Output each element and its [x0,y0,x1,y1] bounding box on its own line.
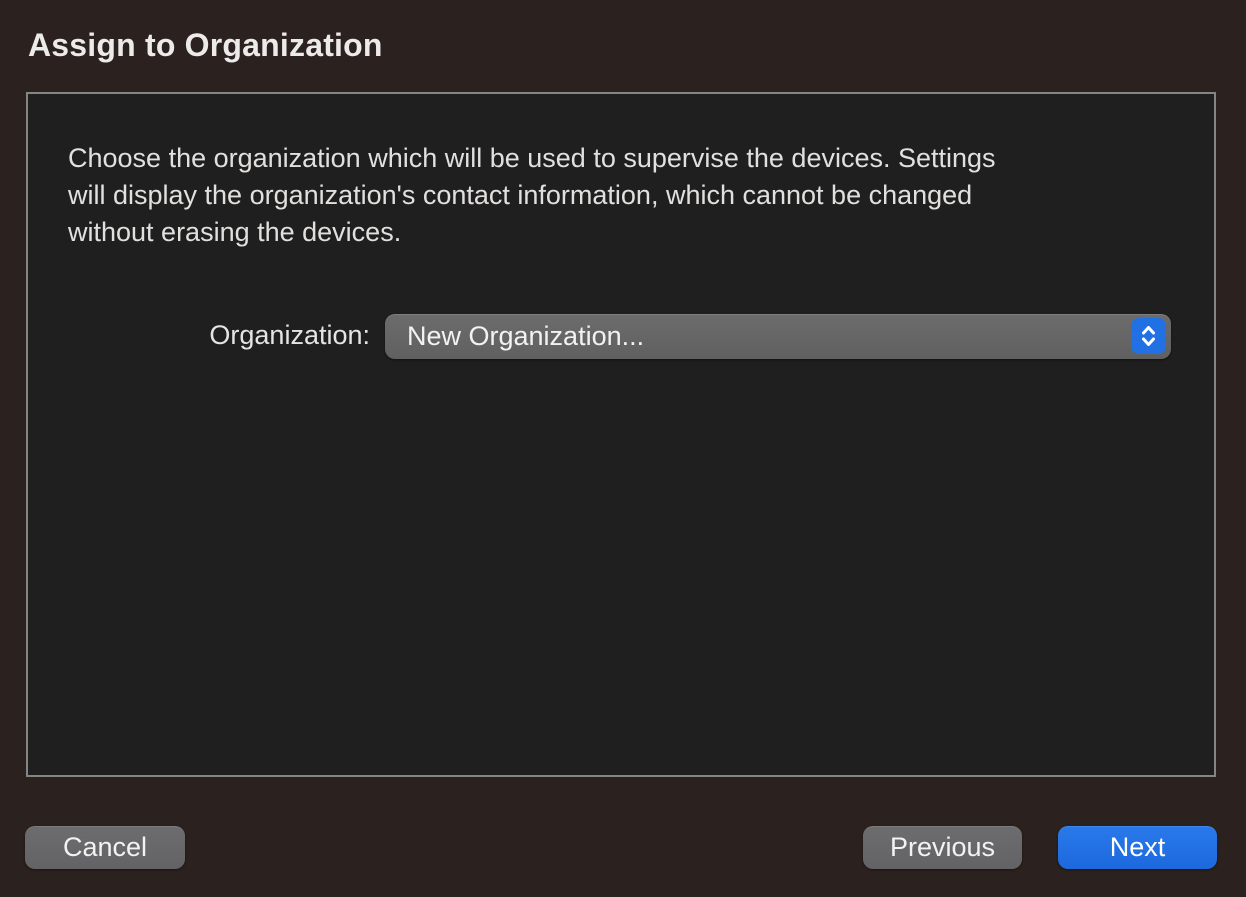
description-line: will display the organization's contact … [68,177,996,214]
organization-selected-value: New Organization... [385,321,1171,352]
organization-form-row: Organization: New Organization... [28,312,1214,358]
next-button[interactable]: Next [1058,826,1217,869]
cancel-button[interactable]: Cancel [25,826,185,869]
assign-to-organization-dialog: Assign to Organization Choose the organi… [0,0,1246,897]
page-title: Assign to Organization [28,27,383,64]
organization-label: Organization: [128,312,370,358]
description-line: without erasing the devices. [68,214,996,251]
description-line: Choose the organization which will be us… [68,140,996,177]
content-panel: Choose the organization which will be us… [26,92,1216,777]
organization-popup-button[interactable]: New Organization... [385,314,1171,359]
previous-button[interactable]: Previous [863,826,1022,869]
description-text: Choose the organization which will be us… [68,140,996,251]
up-down-chevron-icon [1131,318,1166,354]
